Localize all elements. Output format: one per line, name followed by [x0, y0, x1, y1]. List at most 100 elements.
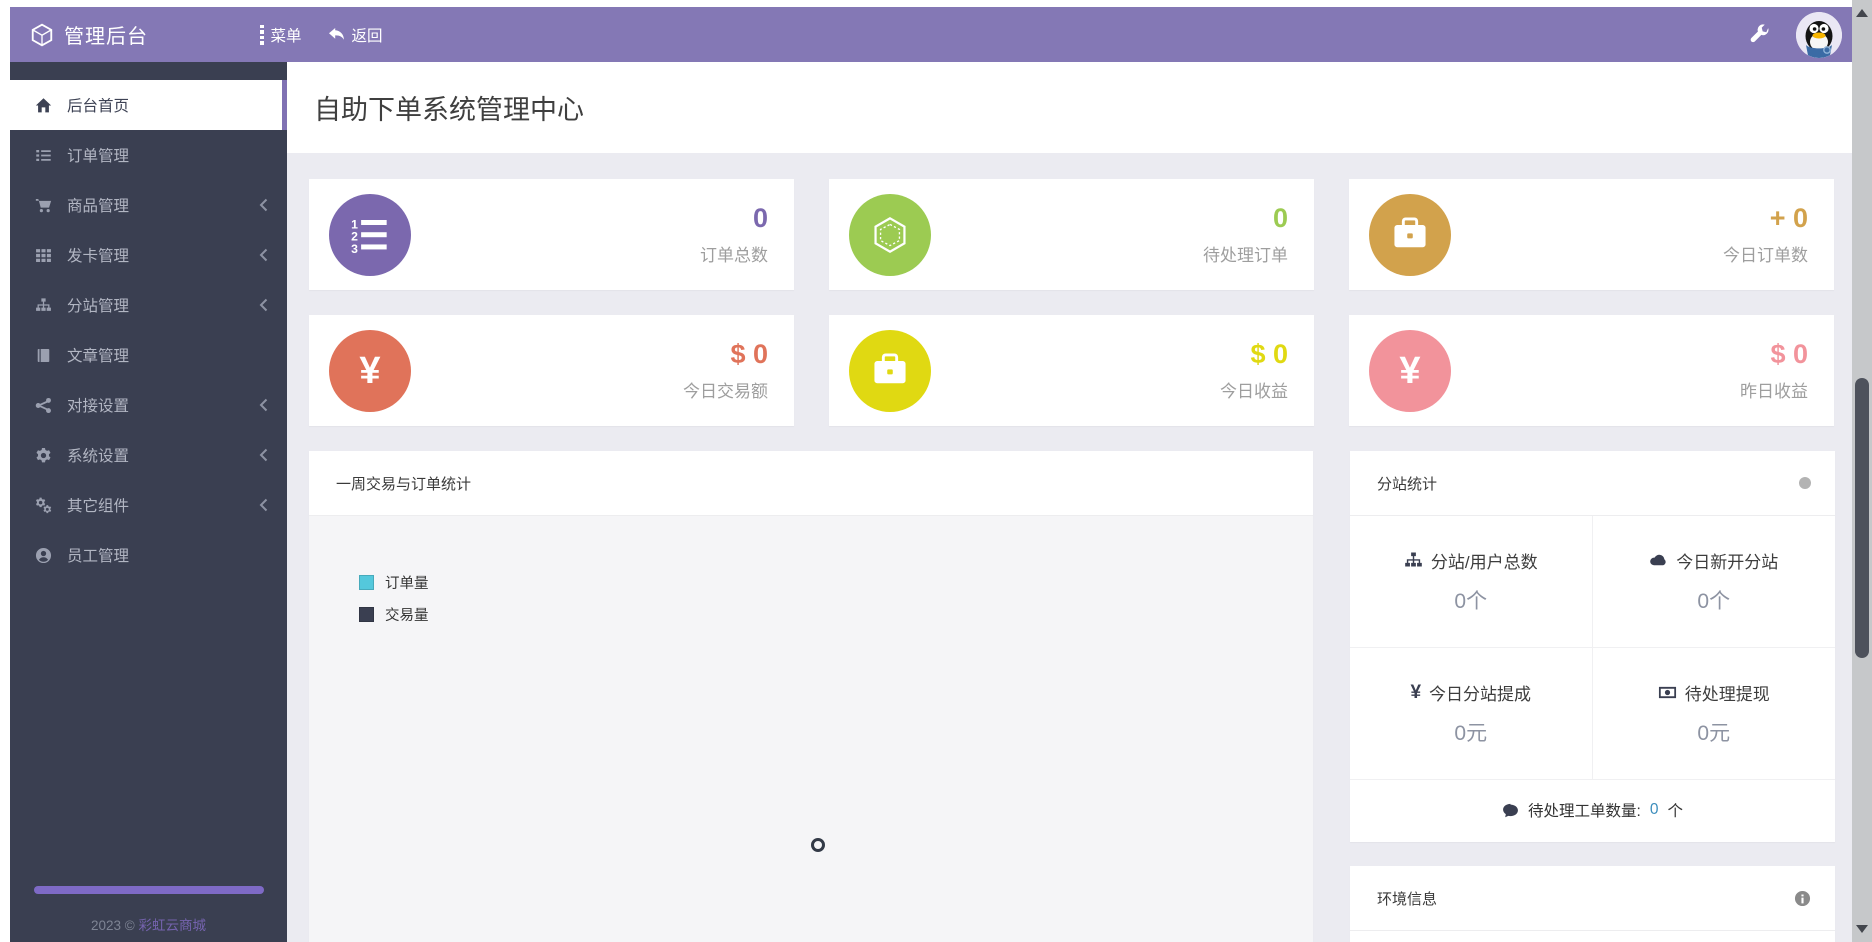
chevron-left-icon — [259, 248, 268, 262]
branch-cell-label: 今日新开分站 — [1676, 553, 1779, 572]
page-scrollbar[interactable] — [1852, 0, 1872, 942]
branch-cell-total-users: 分站/用户总数 0个 — [1350, 516, 1593, 648]
sidebar-item-articles[interactable]: 文章管理 — [10, 330, 287, 380]
yen-icon: ¥ — [329, 329, 411, 412]
grid-icon — [35, 247, 52, 264]
sidebar-item-api-settings[interactable]: 对接设置 — [10, 380, 287, 430]
branch-cell-label: 分站/用户总数 — [1430, 553, 1538, 572]
ticket-label: 待处理工单数量: — [1528, 803, 1641, 820]
sidebar-item-label: 订单管理 — [67, 148, 130, 165]
env-panel-title: 环境信息 — [1377, 890, 1438, 908]
sidebar-item-label: 其它组件 — [67, 498, 130, 515]
stat-card-total-orders: 123 0 订单总数 — [309, 179, 794, 290]
back-label: 返回 — [351, 27, 383, 45]
back-arrow-icon — [328, 27, 345, 42]
sidebar-item-cards[interactable]: 发卡管理 — [10, 230, 287, 280]
gear-icon — [35, 447, 52, 464]
brand-title: 管理后台 — [64, 26, 148, 48]
stat-label: 今日交易额 — [683, 382, 768, 401]
sidebar-item-label: 文章管理 — [67, 348, 130, 365]
loading-spinner — [811, 838, 825, 852]
stat-card-today-volume: ¥ $ 0 今日交易额 — [309, 315, 794, 426]
info-icon[interactable] — [1794, 890, 1811, 907]
legend-item-orders[interactable]: 订单量 — [359, 572, 429, 593]
sidebar-item-substations[interactable]: 分站管理 — [10, 280, 287, 330]
sidebar-item-label: 发卡管理 — [67, 248, 130, 265]
sitemap-icon — [35, 297, 52, 314]
page-header: 自助下单系统管理中心 — [287, 62, 1852, 153]
chart-panel-header: 一周交易与订单统计 — [309, 451, 1313, 516]
user-circle-icon — [35, 547, 52, 564]
cloud-icon — [1650, 554, 1666, 566]
legend-swatch — [359, 607, 374, 622]
menu-dots-icon — [260, 24, 264, 45]
sidebar-item-system-settings[interactable]: 系统设置 — [10, 430, 287, 480]
weekly-chart-panel: 一周交易与订单统计 订单量 交易量 — [309, 451, 1313, 942]
stat-label: 昨日收益 — [1740, 382, 1808, 401]
sidebar-footer-bar — [34, 886, 264, 894]
wrench-icon[interactable] — [1749, 24, 1770, 45]
stat-value: 0 — [752, 203, 768, 233]
sidebar-item-home[interactable]: 后台首页 — [10, 80, 287, 130]
branch-cell-pending-withdrawal: 待处理提现 0元 — [1592, 648, 1835, 780]
brand[interactable]: 管理后台 — [10, 20, 260, 49]
scroll-up-arrow[interactable] — [1856, 9, 1868, 17]
sidebar-item-label: 员工管理 — [67, 548, 130, 565]
sitemap-icon — [1405, 552, 1422, 567]
book-icon — [35, 347, 52, 364]
chevron-left-icon — [259, 298, 268, 312]
stat-label: 待处理订单 — [1203, 246, 1288, 265]
status-dot-icon — [1799, 477, 1811, 489]
comment-icon — [1503, 803, 1518, 817]
ticket-unit: 个 — [1667, 803, 1683, 820]
user-avatar[interactable] — [1796, 11, 1842, 58]
stat-card-today-orders: + 0 今日订单数 — [1349, 179, 1834, 290]
env-panel-header: 环境信息 — [1350, 866, 1835, 931]
legend-item-volume[interactable]: 交易量 — [359, 604, 429, 625]
stat-card-pending-orders: 0 待处理订单 — [829, 179, 1314, 290]
sidebar-item-label: 分站管理 — [67, 298, 130, 315]
sidebar: 后台首页 订单管理 商品管理 发卡管理 分站管理 文章管理 对接设置 系统设置 … — [10, 62, 287, 942]
main-content: 自助下单系统管理中心 123 0 订单总数 0 待处理订单 + 0 今日订单数 … — [287, 62, 1852, 942]
stat-value: $ 0 — [1250, 339, 1288, 369]
back-button[interactable]: 返回 — [328, 24, 383, 46]
svg-text:3: 3 — [351, 241, 358, 254]
branch-cell-new-today: 今日新开分站 0个 — [1592, 516, 1835, 648]
ordered-list-icon: 123 — [329, 193, 411, 276]
stat-value: 0 — [1272, 203, 1288, 233]
copyright-brand-link[interactable]: 彩虹云商城 — [139, 918, 207, 933]
stat-card-yesterday-profit: ¥ $ 0 昨日收益 — [1349, 315, 1834, 426]
yen-icon: ¥ — [1410, 681, 1422, 703]
scrollbar-thumb[interactable] — [1855, 378, 1869, 658]
list-icon — [35, 147, 52, 164]
chevron-left-icon — [259, 448, 268, 462]
cube-logo-icon — [30, 23, 54, 47]
sidebar-item-orders[interactable]: 订单管理 — [10, 130, 287, 180]
stat-value: + 0 — [1769, 203, 1808, 233]
yen-icon: ¥ — [1369, 329, 1451, 412]
environment-panel: 环境信息 — [1350, 866, 1835, 942]
menu-toggle[interactable]: 菜单 — [260, 24, 302, 46]
stat-value: $ 0 — [1770, 339, 1808, 369]
branch-cell-value: 0元 — [1697, 722, 1731, 745]
menu-label: 菜单 — [270, 27, 302, 45]
sidebar-item-label: 系统设置 — [67, 448, 130, 465]
sidebar-item-other-components[interactable]: 其它组件 — [10, 480, 287, 530]
chevron-left-icon — [259, 198, 268, 212]
branch-cell-today-commission: ¥ 今日分站提成 0元 — [1350, 648, 1593, 780]
legend-swatch — [359, 575, 374, 590]
copyright-year: 2023 © — [91, 918, 135, 933]
sidebar-item-products[interactable]: 商品管理 — [10, 180, 287, 230]
sidebar-item-label: 后台首页 — [67, 98, 130, 115]
chart-panel-title: 一周交易与订单统计 — [336, 475, 472, 493]
sidebar-item-staff[interactable]: 员工管理 — [10, 530, 287, 580]
cube-icon — [849, 193, 931, 276]
branch-cell-value: 0个 — [1454, 590, 1488, 613]
chart-legend: 订单量 交易量 — [359, 572, 429, 636]
top-navbar: 管理后台 菜单 返回 — [10, 7, 1852, 62]
branch-cell-value: 0元 — [1454, 722, 1488, 745]
gears-icon — [35, 497, 52, 514]
legend-label: 交易量 — [385, 608, 429, 624]
scroll-down-arrow[interactable] — [1856, 925, 1868, 933]
stat-label: 今日订单数 — [1723, 246, 1808, 265]
